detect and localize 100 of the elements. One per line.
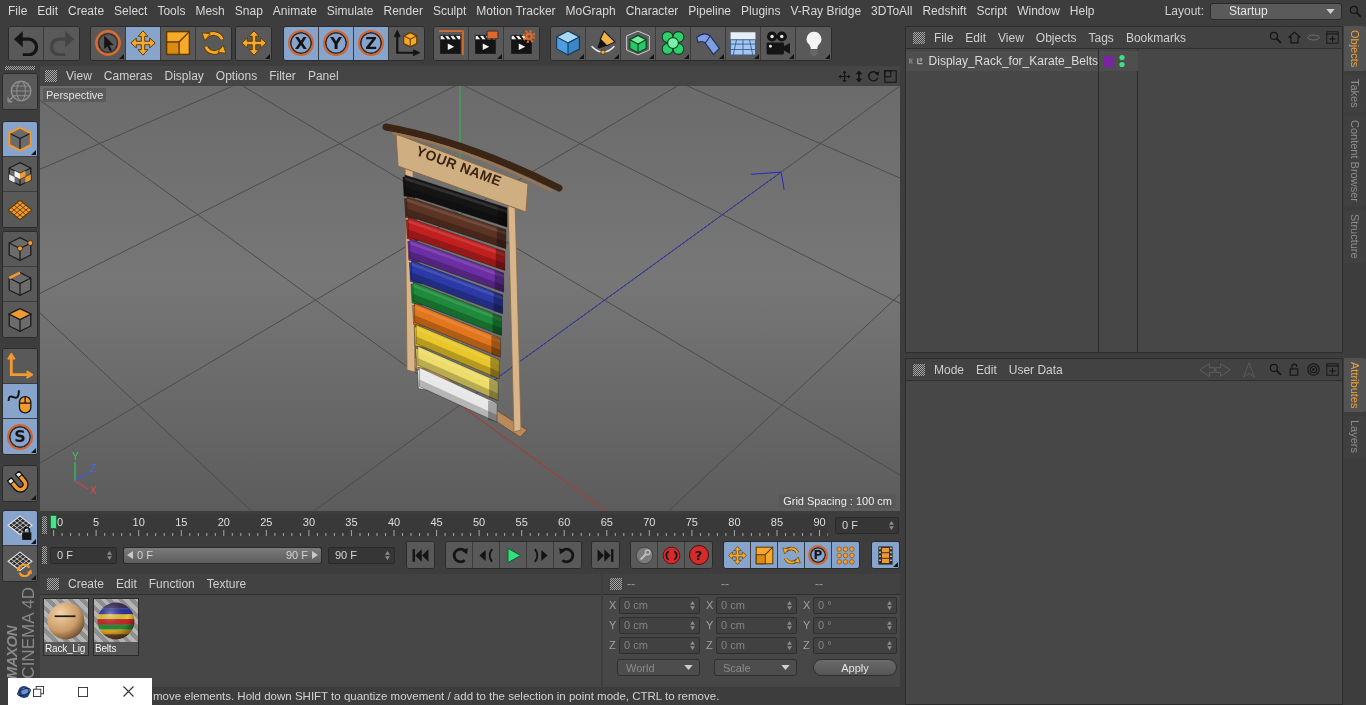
menu-item[interactable]: Animate (267, 3, 322, 19)
status-dots-icon[interactable] (1119, 54, 1125, 68)
menu-item[interactable]: Select (109, 3, 153, 19)
globe-button[interactable] (3, 74, 37, 109)
axis-lock-button[interactable]: X (284, 26, 319, 60)
spinner-icon[interactable] (107, 550, 112, 560)
menu-item[interactable]: Panel (301, 69, 345, 83)
grip-icon[interactable] (913, 31, 925, 44)
menu-item[interactable]: Display (158, 69, 210, 83)
grip-icon[interactable] (42, 516, 47, 534)
menu-item[interactable]: Motion Tracker (471, 3, 561, 19)
menu-item[interactable]: Script (971, 3, 1013, 19)
move-tool-button[interactable] (126, 26, 161, 60)
axis-lock-button[interactable]: Y (319, 26, 354, 60)
menu-item[interactable]: View (60, 69, 98, 83)
menu-item[interactable]: Redshift (917, 3, 972, 19)
menu-item[interactable]: File (928, 30, 960, 45)
menu-item[interactable]: Plugins (736, 3, 786, 19)
solo-button[interactable]: S (3, 419, 37, 454)
record-button[interactable] (631, 542, 658, 568)
menu-item[interactable]: V-Ray Bridge (785, 3, 867, 19)
points-mode-button[interactable] (3, 232, 37, 267)
sphere-logo-icon[interactable] (17, 684, 31, 699)
axis-lock-button[interactable]: Z (354, 26, 389, 60)
end-frame-field[interactable]: 90 F (328, 546, 395, 564)
menu-item[interactable]: Mesh (190, 3, 230, 19)
menu-item[interactable]: Edit (970, 362, 1003, 377)
restore-icon[interactable] (33, 686, 44, 697)
grip-icon[interactable] (913, 363, 925, 376)
close-icon[interactable] (123, 686, 134, 697)
grip-icon[interactable] (45, 70, 57, 82)
select-tool-button[interactable] (91, 26, 126, 60)
menu-item[interactable]: Simulate (321, 3, 379, 19)
go-to-end-button[interactable] (592, 542, 619, 568)
menu-item[interactable]: User Data (1002, 362, 1069, 377)
axis-mode-button[interactable] (3, 349, 37, 384)
grip-icon[interactable] (5, 66, 35, 70)
menu-item[interactable]: Edit (959, 30, 993, 45)
left-triangle-icon[interactable] (127, 551, 133, 559)
side-tab[interactable]: Objects (1344, 26, 1366, 72)
model-mode-button[interactable] (3, 122, 37, 157)
render-view-button[interactable] (434, 26, 469, 60)
start-frame-field[interactable]: 0 F (50, 546, 117, 564)
menu-item[interactable]: Tags (1082, 30, 1120, 45)
snap-button[interactable] (3, 466, 37, 501)
menu-item[interactable]: Options (209, 69, 264, 83)
go-to-start-button[interactable] (407, 542, 434, 568)
tweak-mode-button[interactable] (3, 384, 37, 419)
parameter-key-button[interactable]: P (805, 542, 832, 568)
current-frame-field[interactable]: 0 F (835, 516, 899, 534)
menu-item[interactable]: Create (62, 577, 111, 591)
camera-label[interactable]: Perspective (43, 88, 107, 102)
menu-item[interactable]: Help (1064, 3, 1100, 19)
spinner-icon[interactable] (889, 520, 894, 530)
menu-item[interactable]: Create (63, 3, 110, 19)
expand-icon[interactable] (909, 56, 914, 66)
previous-key-button[interactable] (446, 542, 473, 568)
material-tile[interactable]: Belts (93, 598, 139, 656)
timeline-button[interactable] (872, 542, 899, 568)
menu-item[interactable]: Edit (110, 577, 143, 591)
timeline-ruler[interactable]: 0 5 10 15 20 25 30 35 40 45 50 55 60 65 70 75 80 85 90 (50, 514, 828, 536)
menu-item[interactable]: Filter (263, 69, 302, 83)
playhead[interactable] (50, 515, 58, 529)
menu-item[interactable]: Tools (152, 3, 191, 19)
object-row[interactable]: Display_Rack_for_Karate_Belts (906, 51, 1138, 71)
cube-button[interactable] (551, 26, 586, 60)
undo-button[interactable] (9, 26, 44, 60)
menu-item[interactable]: View (992, 30, 1030, 45)
menu-item[interactable]: Function (142, 577, 201, 591)
menu-item[interactable]: Window (1012, 3, 1065, 19)
rotation-key-button[interactable] (778, 542, 805, 568)
right-triangle-icon[interactable] (312, 551, 318, 559)
maximize-icon[interactable] (78, 686, 88, 697)
material-tile[interactable]: Rack_Lig (43, 598, 89, 656)
menu-item[interactable]: MoGraph (560, 3, 621, 19)
menu-item[interactable]: Mode (928, 362, 971, 377)
grip-icon[interactable] (47, 578, 59, 590)
menu-item[interactable]: Pipeline (683, 3, 737, 19)
layout-dropdown[interactable]: Startup (1210, 2, 1342, 20)
position-key-button[interactable] (724, 542, 751, 568)
menu-item[interactable]: Snap (229, 3, 268, 19)
frame-range-slider[interactable]: 0 F 90 F (123, 546, 322, 564)
grip-icon[interactable] (42, 546, 47, 564)
menu-item[interactable]: Bookmarks (1119, 30, 1192, 45)
menu-item[interactable]: Objects (1029, 30, 1083, 45)
menu-item[interactable]: Render (378, 3, 428, 19)
recent-tool-button[interactable] (236, 26, 271, 60)
menu-item[interactable]: Sculpt (427, 3, 472, 19)
menu-item[interactable]: 3DToAll (866, 3, 918, 19)
menu-item[interactable]: File (3, 3, 33, 19)
workplane-lock-button[interactable] (3, 511, 37, 546)
menu-item[interactable]: Character (620, 3, 684, 19)
menu-item[interactable]: Cameras (97, 69, 159, 83)
side-tab[interactable]: Attributes (1344, 358, 1366, 413)
panel-toggle-icon[interactable] (884, 69, 897, 83)
menu-item[interactable]: Edit (32, 3, 64, 19)
spinner-icon[interactable] (385, 550, 390, 560)
scale-key-button[interactable] (751, 542, 778, 568)
layer-swatch-icon[interactable] (1103, 55, 1114, 67)
menu-item[interactable]: Texture (200, 577, 253, 591)
